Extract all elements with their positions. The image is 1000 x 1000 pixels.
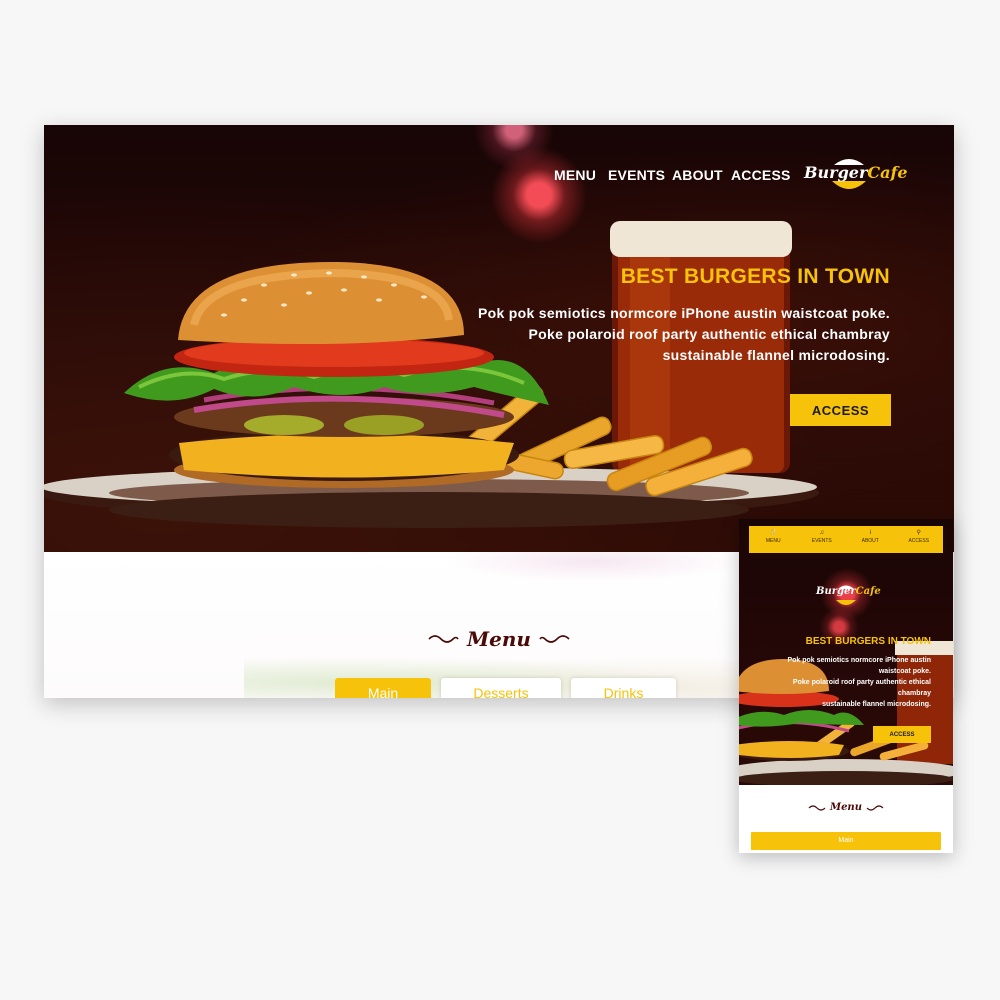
logo-word-cafe: Cafe (855, 586, 881, 597)
utensils-icon: 🍴 (769, 530, 777, 536)
right-swirl-icon (539, 634, 570, 643)
mobile-nav-bar: 🍴 MENU ♫ EVENTS i ABOUT ⚲ ACCESS (749, 526, 943, 553)
right-swirl-icon (866, 804, 884, 811)
mobile-menu-section-title: Menu (739, 802, 953, 813)
mobile-burger-cafe-logo[interactable]: BurgerCafe (816, 583, 881, 609)
logo-word-burger: Burger (816, 586, 856, 597)
nav-about-link[interactable]: ABOUT (672, 167, 723, 183)
faded-onion-background (444, 552, 744, 582)
mobile-hero-banner: 🍴 MENU ♫ EVENTS i ABOUT ⚲ ACCESS BurgerC… (739, 519, 953, 785)
nav-access-link[interactable]: ACCESS (731, 167, 791, 183)
hero-description: Pok pok semiotics normcore iPhone austin… (470, 303, 890, 366)
mobile-nav-label: EVENTS (811, 538, 832, 544)
mobile-nav-label: ABOUT (861, 538, 879, 544)
hero-desc-line: Pok pok semiotics normcore iPhone austin… (477, 305, 890, 321)
hero-desc-line: sustainable flannel microdosing. (822, 701, 931, 708)
access-button[interactable]: ACCESS (790, 394, 891, 426)
mobile-nav-label: MENU (765, 538, 781, 544)
logo-word-cafe: Cafe (867, 163, 908, 182)
mobile-tab-main[interactable]: Main (751, 832, 941, 850)
hero-desc-line: sustainable flannel microdosing. (662, 347, 890, 363)
nav-menu-link[interactable]: MENU (554, 167, 596, 183)
left-swirl-icon (808, 804, 826, 811)
logo-word-burger: Burger (804, 163, 868, 182)
hero-desc-line: chambray (897, 690, 931, 697)
mobile-nav-menu[interactable]: 🍴 MENU (749, 526, 798, 553)
menu-title-text: Menu (467, 626, 531, 651)
mobile-menu-title-text: Menu (830, 802, 862, 813)
left-swirl-icon (428, 634, 459, 643)
tab-main[interactable]: Main (335, 678, 431, 698)
mobile-hero-description: Pok pok semiotics normcore iPhone austin… (761, 655, 931, 710)
burger-cafe-logo[interactable]: BurgerCafe (804, 155, 908, 197)
hero-desc-line: waistcoat poke. (878, 668, 931, 675)
mobile-logo-text: BurgerCafe (816, 586, 881, 597)
mobile-preview: 🍴 MENU ♫ EVENTS i ABOUT ⚲ ACCESS BurgerC… (739, 519, 953, 853)
mobile-access-button[interactable]: ACCESS (873, 726, 931, 743)
logo-text: BurgerCafe (804, 163, 908, 182)
mobile-nav-about[interactable]: i ABOUT (846, 526, 895, 553)
main-nav: MENU EVENTS ABOUT ACCESS BurgerCafe (44, 125, 954, 225)
hero-desc-line: Poke polaroid roof party authentic ethic… (792, 679, 931, 686)
mobile-nav-events[interactable]: ♫ EVENTS (798, 526, 847, 553)
mobile-nav-access[interactable]: ⚲ ACCESS (895, 526, 944, 553)
map-pin-icon: ⚲ (916, 530, 921, 536)
hero-desc-line: Poke polaroid roof party authentic ethic… (528, 326, 890, 342)
info-icon: i (869, 530, 871, 536)
nav-events-link[interactable]: EVENTS (608, 167, 665, 183)
hero-desc-line: Pok pok semiotics normcore iPhone austin (787, 657, 931, 664)
mobile-hero-title: BEST BURGERS IN TOWN (805, 636, 931, 647)
hero-title: BEST BURGERS IN TOWN (620, 265, 890, 288)
tab-drinks[interactable]: Drinks (571, 678, 676, 698)
mobile-burger-photo (739, 641, 953, 785)
mobile-nav-label: ACCESS (908, 538, 930, 544)
hero-banner: MENU EVENTS ABOUT ACCESS BurgerCafe BEST… (44, 125, 954, 552)
music-note-icon: ♫ (819, 530, 825, 536)
tab-desserts[interactable]: Desserts (441, 678, 561, 698)
